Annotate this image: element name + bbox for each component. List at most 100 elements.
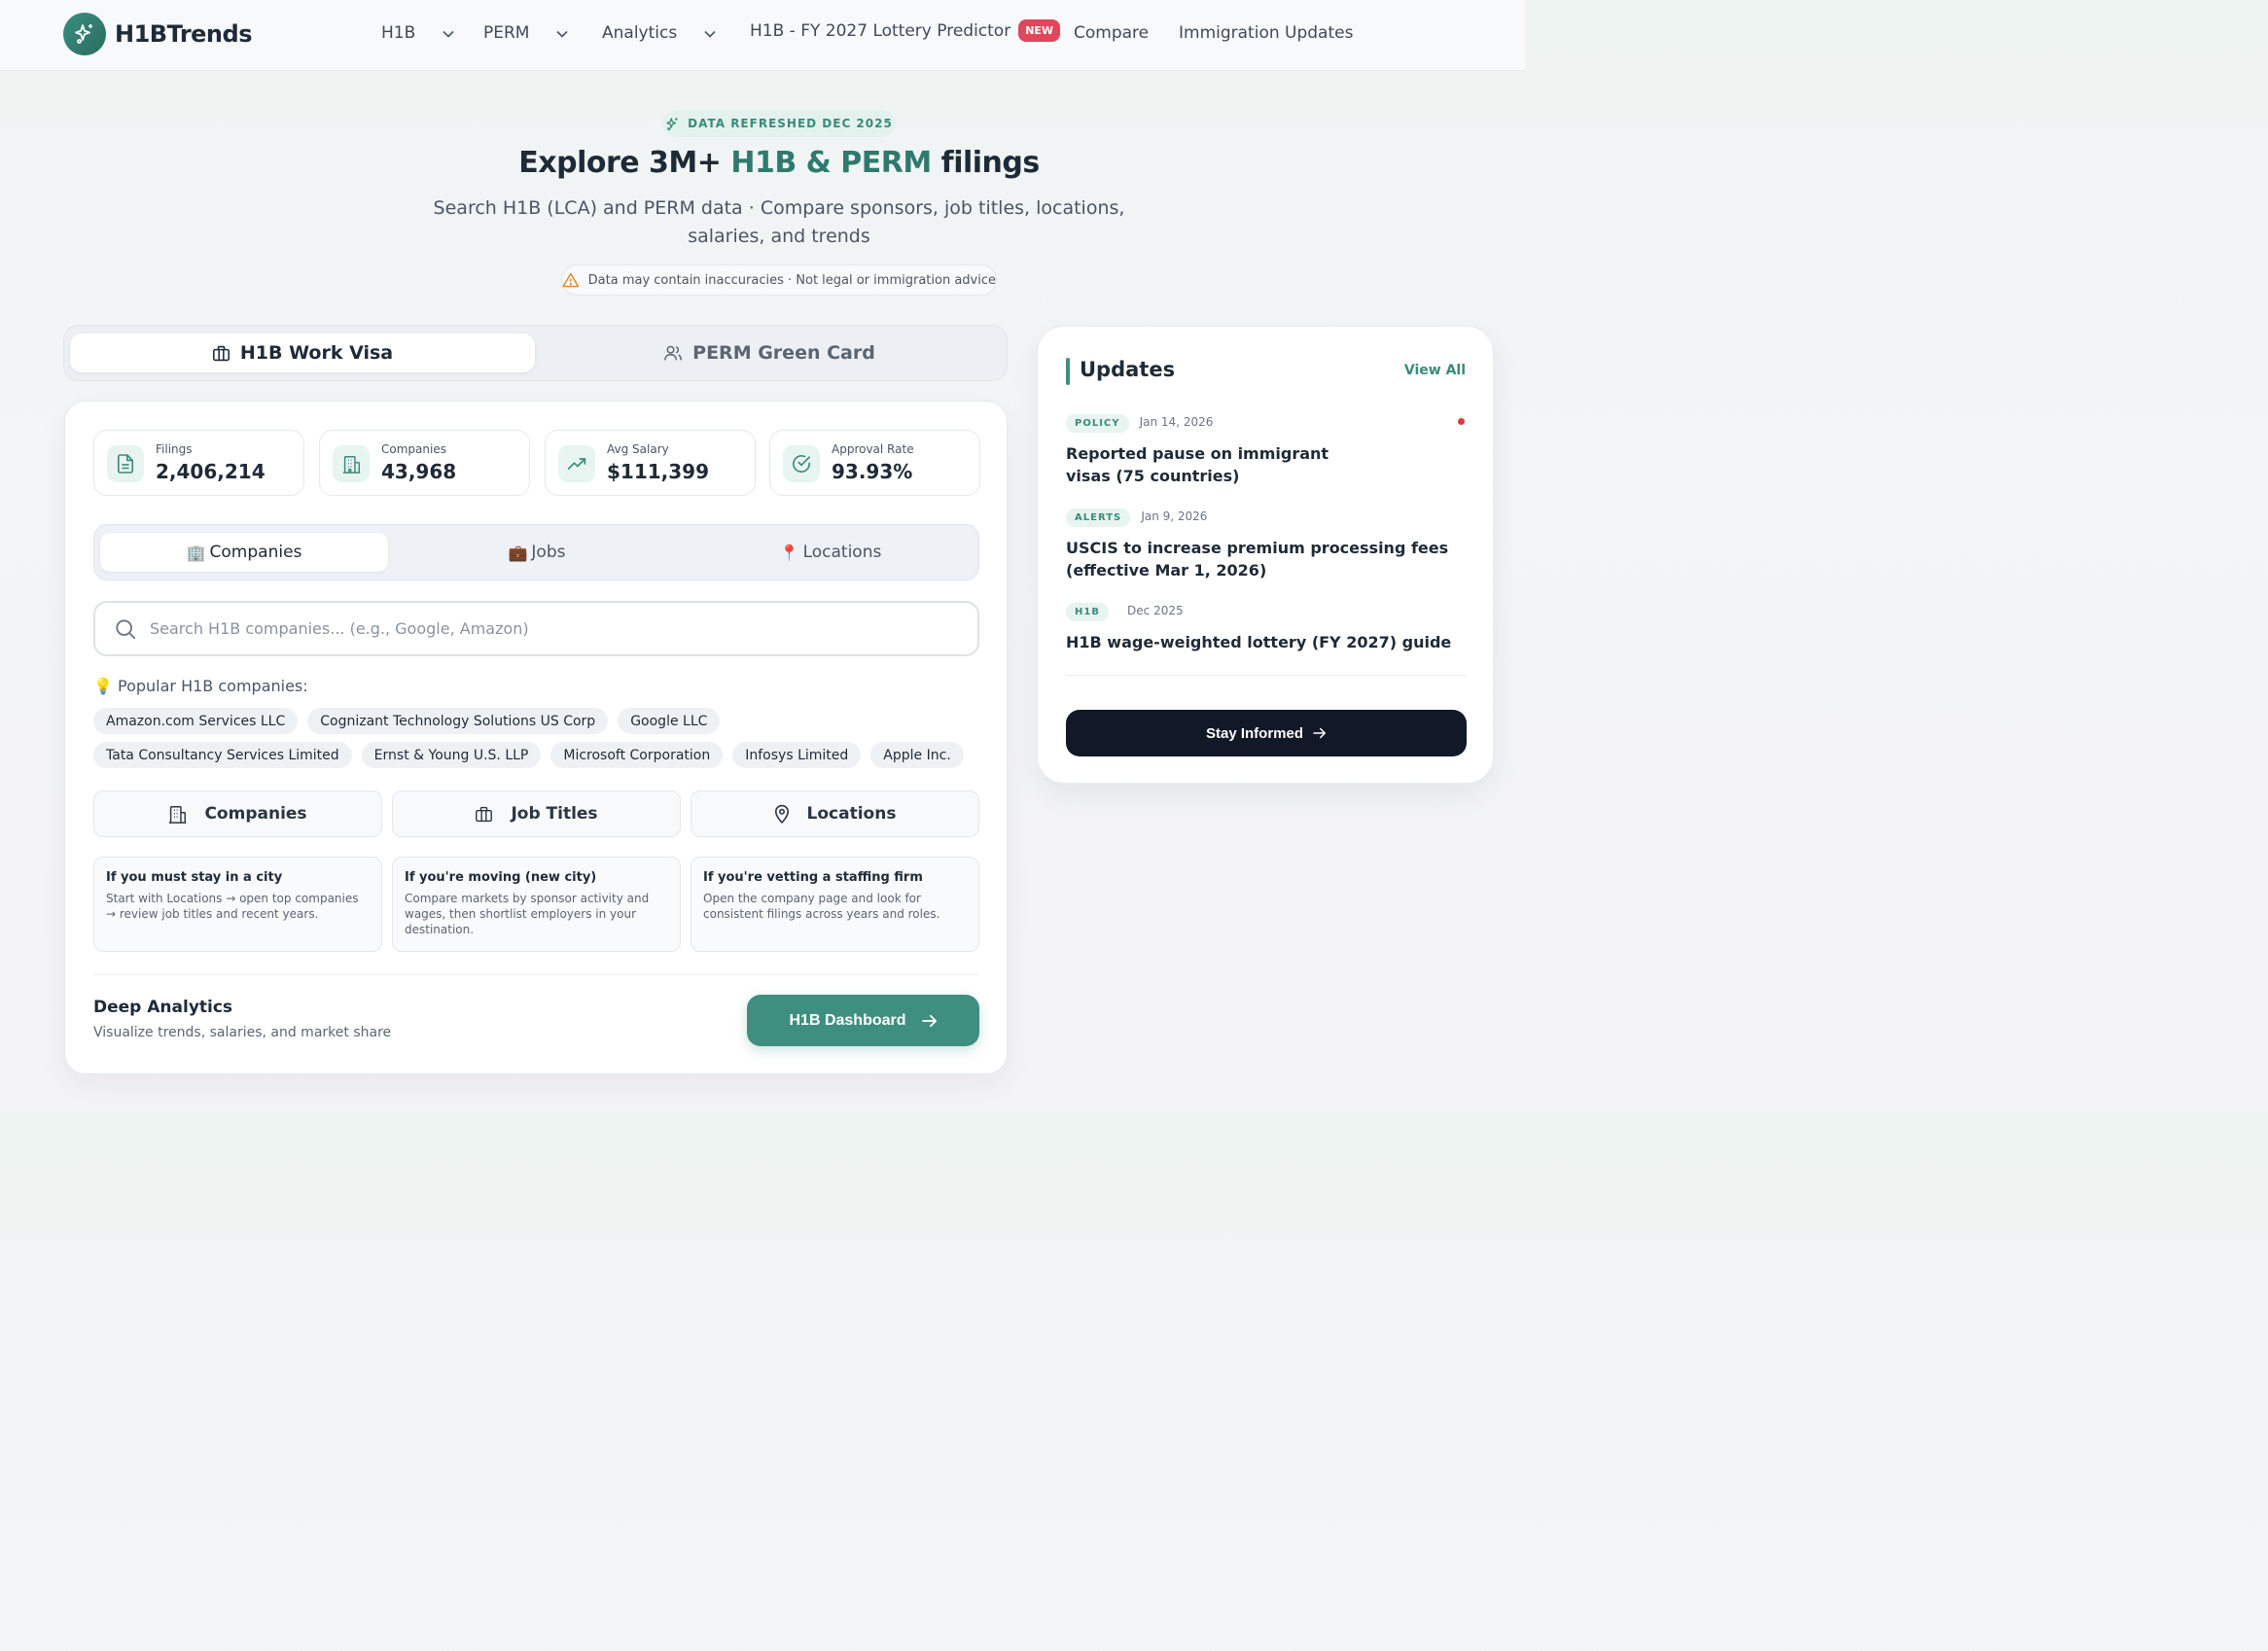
update-date: Jan 9, 2026 bbox=[1141, 509, 1208, 523]
stat-avg-salary: Avg Salary $111,399 bbox=[545, 430, 756, 496]
stat-label: Avg Salary bbox=[607, 442, 669, 456]
nav-compare[interactable]: Compare bbox=[1074, 23, 1149, 43]
tip-card-moving: If you're moving (new city) Compare mark… bbox=[392, 857, 681, 952]
hero-title-prefix: Explore 3M+ bbox=[518, 146, 731, 180]
company-chip[interactable]: Microsoft Corporation bbox=[550, 742, 724, 768]
disclaimer-text: Data may contain inaccuracies · Not lega… bbox=[587, 272, 996, 288]
deep-analytics-title: Deep Analytics bbox=[93, 998, 233, 1017]
data-refreshed-pill: DATA REFRESHED DEC 2025 bbox=[662, 110, 896, 137]
briefcase-emoji-icon: 💼 bbox=[508, 543, 528, 562]
nav-perm[interactable]: PERM bbox=[483, 23, 569, 43]
search-input[interactable] bbox=[150, 619, 947, 638]
tab-jobs-label: Jobs bbox=[531, 543, 566, 562]
tip-card-staffing-firm: If you're vetting a staffing firm Open t… bbox=[691, 857, 979, 952]
logo[interactable]: H1BTrends bbox=[63, 13, 252, 55]
stay-informed-button[interactable]: Stay Informed bbox=[1066, 710, 1467, 756]
stat-value: 43,968 bbox=[381, 460, 457, 483]
quick-link-label: Job Titles bbox=[511, 804, 598, 824]
mode-tabs: H1B Work Visa PERM Green Card bbox=[63, 325, 1008, 381]
hero-title-accent: H1B & PERM bbox=[730, 146, 932, 180]
stat-label: Companies bbox=[381, 442, 446, 456]
disclaimer-banner: Data may contain inaccuracies · Not lega… bbox=[561, 264, 997, 296]
update-tag: POLICY bbox=[1066, 414, 1129, 433]
search-icon bbox=[116, 618, 136, 639]
pill-text: DATA REFRESHED DEC 2025 bbox=[688, 117, 893, 130]
tab-perm-green-card[interactable]: PERM Green Card bbox=[537, 334, 1002, 372]
tab-locations-label: Locations bbox=[802, 543, 882, 562]
stat-value: 93.93% bbox=[832, 460, 913, 483]
accent-bar bbox=[1066, 358, 1070, 385]
tab-jobs[interactable]: 💼 Jobs bbox=[393, 533, 681, 572]
company-chip[interactable]: Apple Inc. bbox=[870, 742, 964, 768]
tab-companies[interactable]: 🏢 Companies bbox=[100, 533, 388, 572]
sparkle-logo-icon bbox=[63, 13, 106, 55]
update-date: Jan 14, 2026 bbox=[1139, 415, 1214, 429]
quick-link-locations[interactable]: Locations bbox=[691, 790, 979, 837]
popular-chips-row-2: Tata Consultancy Services Limited Ernst … bbox=[93, 742, 964, 768]
document-icon bbox=[107, 445, 144, 482]
nav-h1b[interactable]: H1B bbox=[381, 23, 454, 43]
nav-updates-label: Immigration Updates bbox=[1179, 23, 1354, 43]
company-search-box[interactable] bbox=[93, 601, 979, 656]
update-headline: Reported pause on immigrant visas (75 co… bbox=[1066, 444, 1329, 485]
stat-value: $111,399 bbox=[607, 460, 710, 483]
tip-card-stay-in-city: If you must stay in a city Start with Lo… bbox=[93, 857, 382, 952]
hero-subtitle: Search H1B (LCA) and PERM data · Compare… bbox=[433, 197, 1125, 247]
pin-emoji-icon: 📍 bbox=[779, 543, 799, 562]
h1b-dashboard-button[interactable]: H1B Dashboard bbox=[747, 995, 979, 1046]
tip-title: If you're moving (new city) bbox=[405, 870, 597, 885]
quick-link-companies[interactable]: Companies bbox=[93, 790, 382, 837]
hero-title: Explore 3M+ H1B & PERM filings bbox=[0, 146, 1558, 180]
company-chip[interactable]: Tata Consultancy Services Limited bbox=[93, 742, 352, 768]
briefcase-icon bbox=[212, 345, 230, 361]
tab-companies-label: Companies bbox=[209, 543, 302, 562]
warning-icon bbox=[562, 272, 580, 288]
company-chip[interactable]: Google LLC bbox=[618, 708, 721, 734]
briefcase-icon bbox=[476, 806, 493, 822]
nav-lottery-predictor[interactable]: H1B - FY 2027 Lottery Predictor NEW bbox=[750, 19, 1061, 42]
divider bbox=[1066, 675, 1467, 676]
building-emoji-icon: 🏢 bbox=[186, 543, 206, 562]
nav-h1b-label: H1B bbox=[381, 23, 416, 43]
building-icon bbox=[333, 445, 370, 482]
update-headline: H1B wage-weighted lottery (FY 2027) guid… bbox=[1066, 633, 1452, 651]
company-chip[interactable]: Ernst & Young U.S. LLP bbox=[361, 742, 542, 768]
tab-h1b-work-visa[interactable]: H1B Work Visa bbox=[70, 334, 535, 372]
tab-locations[interactable]: 📍 Locations bbox=[687, 533, 975, 572]
update-item[interactable]: H1B Dec 2025 H1B wage-weighted lottery (… bbox=[1066, 600, 1467, 653]
stat-companies: Companies 43,968 bbox=[319, 430, 530, 496]
company-chip[interactable]: Amazon.com Services LLC bbox=[93, 708, 299, 734]
nav-analytics-label: Analytics bbox=[602, 23, 678, 43]
popular-chips-row-1: Amazon.com Services LLC Cognizant Techno… bbox=[93, 708, 721, 734]
search-card: Filings 2,406,214 Companies 43,968 Avg S… bbox=[64, 401, 1008, 1074]
updates-panel: Updates View All POLICY Jan 14, 2026 Rep… bbox=[1037, 326, 1494, 784]
stay-informed-label: Stay Informed bbox=[1205, 724, 1304, 742]
company-chip[interactable]: Infosys Limited bbox=[732, 742, 862, 768]
update-date: Dec 2025 bbox=[1127, 604, 1184, 617]
quick-link-job-titles[interactable]: Job Titles bbox=[392, 790, 681, 837]
arrow-right-icon bbox=[1313, 727, 1327, 739]
update-tag: ALERTS bbox=[1066, 509, 1131, 527]
top-navbar: H1BTrends H1B PERM Analytics H1B - FY 20… bbox=[0, 0, 1525, 71]
nav-immigration-updates[interactable]: Immigration Updates bbox=[1179, 23, 1353, 43]
building-icon bbox=[169, 805, 187, 824]
tab-h1b-label: H1B Work Visa bbox=[239, 342, 394, 364]
update-item[interactable]: POLICY Jan 14, 2026 Reported pause on im… bbox=[1066, 411, 1467, 487]
updates-title: Updates bbox=[1080, 358, 1176, 381]
stat-value: 2,406,214 bbox=[156, 460, 266, 483]
popular-companies-label: 💡 Popular H1B companies: bbox=[93, 677, 308, 695]
sparkle-icon bbox=[666, 117, 678, 130]
tip-text: Compare markets by sponsor activity and … bbox=[405, 892, 650, 936]
update-item[interactable]: ALERTS Jan 9, 2026 USCIS to increase pre… bbox=[1066, 506, 1467, 581]
dashboard-button-label: H1B Dashboard bbox=[789, 1011, 906, 1029]
deep-analytics-subtitle: Visualize trends, salaries, and market s… bbox=[93, 1025, 392, 1040]
nav-perm-label: PERM bbox=[483, 23, 530, 43]
quick-link-label: Locations bbox=[806, 804, 897, 824]
view-all-link[interactable]: View All bbox=[1404, 363, 1466, 378]
stat-filings: Filings 2,406,214 bbox=[93, 430, 304, 496]
company-chip[interactable]: Cognizant Technology Solutions US Corp bbox=[307, 708, 609, 734]
divider bbox=[93, 974, 979, 975]
nav-analytics[interactable]: Analytics bbox=[602, 23, 716, 43]
chevron-down-icon bbox=[556, 23, 569, 43]
map-pin-icon bbox=[774, 804, 789, 824]
